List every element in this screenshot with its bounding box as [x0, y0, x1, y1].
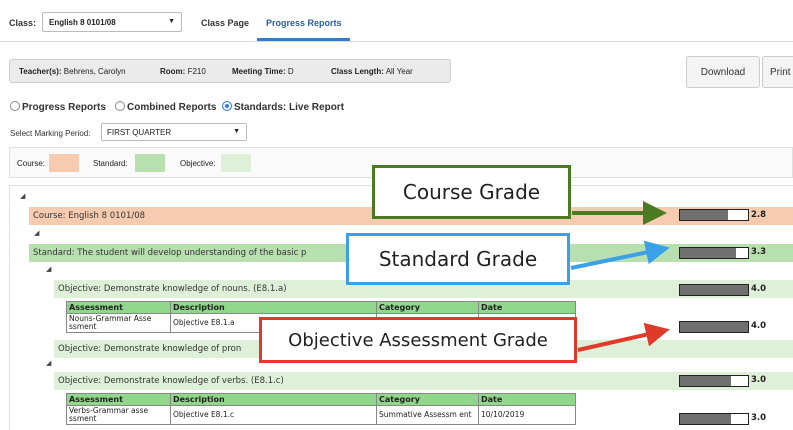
radio-on-icon: [222, 101, 232, 111]
legend-standard-swatch: [135, 154, 165, 172]
cell-assessment: Verbs-Grammar asse ssment: [66, 405, 171, 425]
meeting-time-info: Meeting Time: D: [232, 67, 294, 76]
table-row: Verbs-Grammar asse ssment Objective E8.1…: [66, 405, 576, 425]
chevron-down-icon: ▼: [168, 18, 175, 25]
legend-standard-label: Standard:: [93, 159, 128, 168]
course-grade-callout: Course Grade: [372, 165, 571, 219]
tab-progress-reports[interactable]: Progress Reports: [266, 18, 342, 28]
standard-grade-value: 3.3: [751, 247, 767, 257]
assessment-table-verbs: Assessment Description Category Date Ver…: [66, 393, 576, 425]
class-select-value: English 8 0101/08: [49, 18, 116, 27]
marking-period-label: Select Marking Period:: [10, 129, 91, 138]
radio-off-icon: [115, 101, 125, 111]
col-header-description: Description: [170, 393, 377, 406]
objective-grade-callout: Objective Assessment Grade: [259, 317, 577, 363]
teacher-info: Teacher(s): Behrens, Carolyn: [19, 67, 126, 76]
course-grade-bar: [679, 209, 749, 221]
col-header-description: Description: [170, 301, 377, 314]
objective-verbs-grade-value: 3.0: [751, 375, 767, 385]
chevron-down-icon: ▼: [233, 128, 240, 135]
radio-standards-live-report[interactable]: Standards: Live Report: [222, 101, 344, 113]
radio-progress-reports[interactable]: Progress Reports: [10, 101, 106, 113]
radio-off-icon: [10, 101, 20, 111]
cell-category: Summative Assessm ent: [376, 405, 479, 425]
legend-course-swatch: [49, 154, 79, 172]
assessment-nouns-grade-bar: [679, 321, 749, 333]
assessment-verbs-grade-bar: [679, 413, 749, 425]
col-header-category: Category: [376, 393, 479, 406]
col-header-date: Date: [478, 393, 576, 406]
marking-period-value: FIRST QUARTER: [107, 128, 172, 137]
class-info-bar: Teacher(s): Behrens, Carolyn Room: F210 …: [9, 59, 451, 83]
top-bar: Class: English 8 0101/08 ▼ Class Page Pr…: [0, 0, 793, 42]
active-tab-indicator: [257, 38, 350, 41]
col-header-assessment: Assessment: [66, 393, 171, 406]
class-select[interactable]: English 8 0101/08 ▼: [42, 12, 182, 32]
collapse-toggle-icon[interactable]: ◢: [46, 359, 51, 367]
download-button[interactable]: Download: [686, 56, 760, 88]
objective-verbs-grade-bar: [679, 375, 749, 387]
tab-class-page[interactable]: Class Page: [201, 18, 249, 28]
standard-grade-callout: Standard Grade: [346, 233, 570, 285]
class-label: Class:: [9, 18, 37, 28]
class-length-info: Class Length: All Year: [331, 67, 413, 76]
legend-objective-swatch: [221, 154, 251, 172]
col-header-assessment: Assessment: [66, 301, 171, 314]
col-header-date: Date: [478, 301, 576, 314]
legend-objective-label: Objective:: [180, 159, 216, 168]
legend-course-label: Course:: [17, 159, 46, 168]
course-grade-value: 2.8: [751, 210, 767, 220]
cell-description: Objective E8.1.c: [170, 405, 377, 425]
assessment-verbs-grade-value: 3.0: [751, 413, 767, 423]
marking-period-select[interactable]: FIRST QUARTER ▼: [101, 123, 247, 141]
collapse-toggle-icon[interactable]: ◢: [34, 229, 39, 237]
radio-combined-reports[interactable]: Combined Reports: [115, 101, 216, 113]
collapse-toggle-icon[interactable]: ◢: [20, 192, 25, 200]
cell-date: 10/10/2019: [478, 405, 576, 425]
standard-grade-bar: [679, 247, 749, 259]
collapse-toggle-icon[interactable]: ◢: [46, 265, 51, 273]
objective-nouns-grade-value: 4.0: [751, 284, 767, 294]
col-header-category: Category: [376, 301, 479, 314]
cell-assessment: Nouns-Grammar Asse ssment: [66, 313, 171, 333]
objective-nouns-grade-bar: [679, 284, 749, 296]
room-info: Room: F210: [160, 67, 206, 76]
assessment-nouns-grade-value: 4.0: [751, 321, 767, 331]
print-button[interactable]: Print: [762, 56, 793, 88]
